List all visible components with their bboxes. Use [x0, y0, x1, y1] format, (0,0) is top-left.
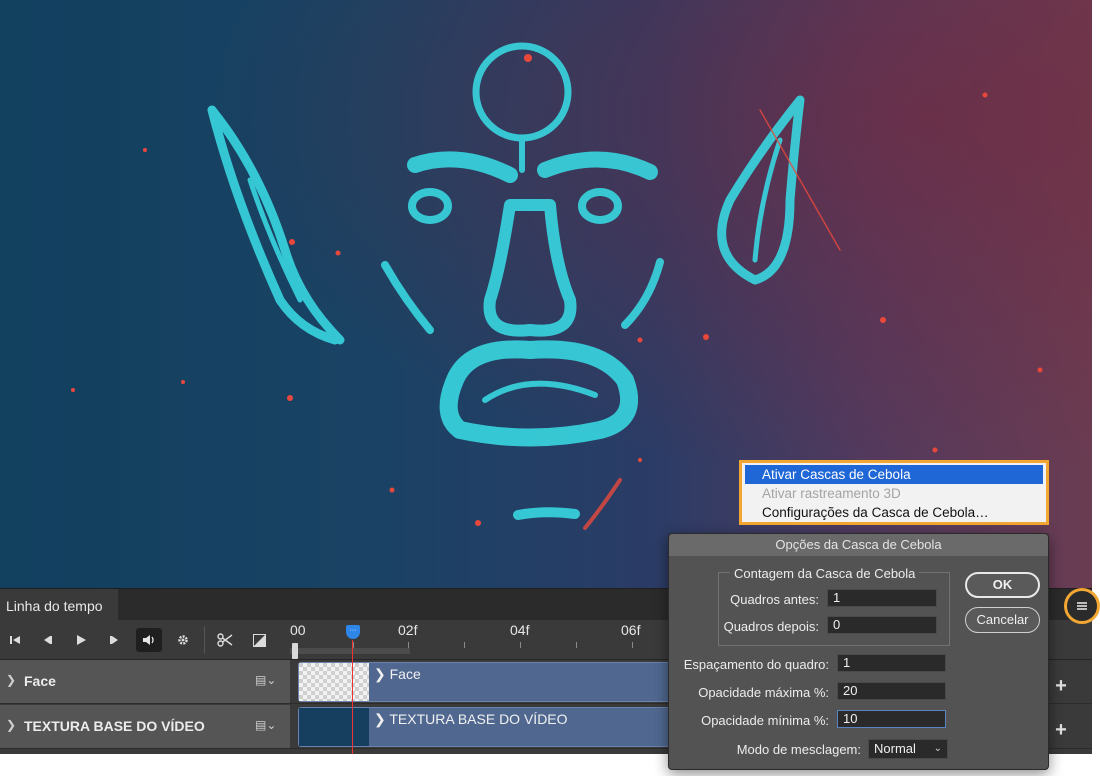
frame-spacing-field[interactable]: 1 — [837, 654, 946, 672]
onion-skin-count-group — [718, 572, 950, 646]
expand-chevron-icon[interactable]: ❯ — [6, 718, 16, 732]
ruler-tick — [576, 642, 577, 648]
cancel-button[interactable]: Cancelar — [965, 607, 1040, 633]
next-frame-icon[interactable] — [102, 628, 128, 652]
work-area-start-handle[interactable] — [292, 643, 298, 659]
menu-item-enable-3d-tracking: Ativar rastreamento 3D — [762, 486, 901, 501]
max-opacity-field[interactable]: 20 — [837, 682, 946, 700]
ruler-label-02f: 02f — [398, 622, 418, 638]
frames-before-label: Quadros antes: — [730, 592, 819, 607]
film-strip-dropdown-icon[interactable]: ▤⌄ — [255, 673, 276, 687]
controls-divider — [204, 626, 205, 654]
max-opacity-label: Opacidade máxima %: — [698, 685, 829, 700]
add-media-button[interactable]: + — [1051, 676, 1071, 696]
playhead-line — [352, 640, 353, 754]
chevron-down-icon: ⌄ — [933, 743, 942, 754]
settings-gear-icon[interactable] — [170, 628, 196, 652]
min-opacity-label: Opacidade mínima %: — [701, 713, 829, 728]
ruler-label-04f: 04f — [510, 622, 530, 638]
ruler-tick — [632, 642, 633, 648]
expand-chevron-icon[interactable]: ❯ — [6, 673, 16, 687]
ruler-tick — [464, 642, 465, 648]
layer-name: TEXTURA BASE DO VÍDEO — [24, 718, 205, 734]
clip-video-texture[interactable]: ❯ TEXTURA BASE DO VÍDEO — [298, 707, 718, 747]
ok-button[interactable]: OK — [965, 572, 1040, 598]
clip-label: ❯ Face — [374, 666, 421, 682]
layer-name: Face — [24, 673, 56, 689]
ruler-tick — [520, 642, 521, 648]
ruler-label-00: 00 — [290, 622, 306, 638]
dialog-title: Opções da Casca de Cebola — [669, 534, 1048, 556]
onion-skin-options-dialog: Opções da Casca de Cebola Contagem da Ca… — [668, 533, 1049, 770]
clip-label: ❯ TEXTURA BASE DO VÍDEO — [374, 711, 568, 727]
clip-thumbnail — [299, 708, 369, 746]
playback-controls — [0, 620, 290, 660]
frames-after-field[interactable]: 0 — [827, 616, 937, 634]
transition-icon[interactable] — [246, 628, 272, 652]
audio-icon[interactable] — [136, 628, 162, 652]
timeline-panel-menu-icon[interactable] — [1064, 588, 1100, 624]
playhead-handle[interactable]: ··· — [346, 625, 360, 639]
frames-before-field[interactable]: 1 — [827, 589, 937, 607]
frames-after-label: Quadros depois: — [723, 619, 819, 634]
film-strip-dropdown-icon[interactable]: ▤⌄ — [255, 718, 276, 732]
timeline-flyout-menu: Ativar Cascas de Cebola Ativar rastreame… — [739, 460, 1049, 525]
blend-mode-label: Modo de mesclagem: — [736, 742, 861, 757]
add-media-button[interactable]: + — [1051, 720, 1071, 740]
blend-mode-value: Normal — [874, 741, 916, 756]
tab-timeline[interactable]: Linha do tempo — [0, 589, 118, 621]
menu-item-enable-onion-skins[interactable]: Ativar Cascas de Cebola — [745, 465, 1043, 484]
previous-frame-icon[interactable] — [34, 628, 60, 652]
min-opacity-field[interactable]: 10 — [837, 710, 946, 728]
blend-mode-select[interactable]: Normal ⌄ — [868, 739, 948, 759]
work-area-bar[interactable] — [290, 648, 410, 654]
clip-thumbnail — [299, 663, 369, 701]
menu-item-onion-skin-settings[interactable]: Configurações da Casca de Cebola… — [745, 503, 1043, 522]
clip-face[interactable]: ❯ Face — [298, 662, 718, 702]
ruler-label-06f: 06f — [621, 622, 641, 638]
play-icon[interactable] — [68, 628, 94, 652]
layer-row-face[interactable]: ❯ Face ▤⌄ — [0, 660, 290, 704]
split-at-playhead-scissors-icon[interactable] — [212, 628, 238, 652]
layer-row-video-texture[interactable]: ❯ TEXTURA BASE DO VÍDEO ▤⌄ — [0, 705, 290, 749]
group-title: Contagem da Casca de Cebola — [730, 566, 920, 581]
frame-spacing-label: Espaçamento do quadro: — [683, 657, 829, 672]
go-to-first-frame-icon[interactable] — [2, 628, 28, 652]
